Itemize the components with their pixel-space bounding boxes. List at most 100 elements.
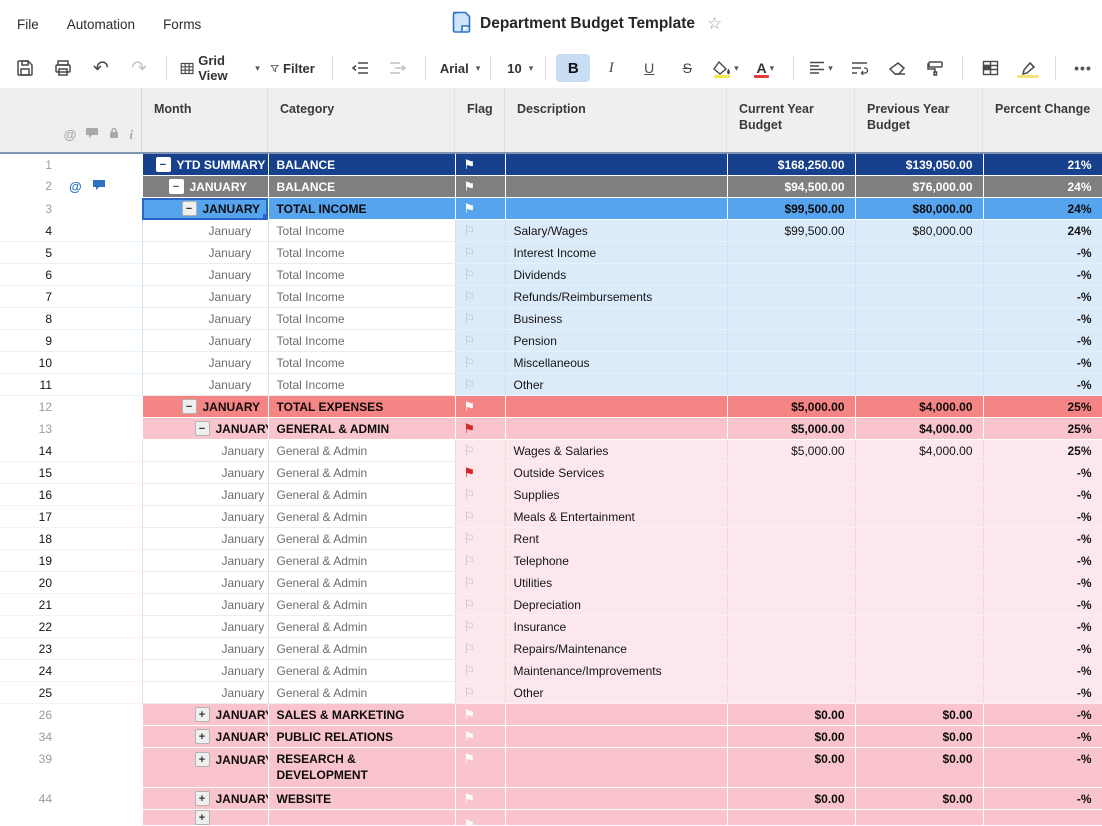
flag-icon[interactable]: ⚑ (464, 201, 476, 216)
current-year-budget-cell[interactable]: $94,500.00 (727, 176, 855, 198)
row-number-cell[interactable]: 14 (0, 440, 142, 462)
percent-change-cell[interactable]: 25% (983, 418, 1102, 440)
current-year-budget-cell[interactable] (727, 506, 855, 528)
percent-change-cell[interactable]: -% (983, 638, 1102, 660)
percent-change-cell[interactable]: -% (983, 374, 1102, 396)
percent-change-cell[interactable]: -% (983, 484, 1102, 506)
percent-change-cell[interactable]: 25% (983, 440, 1102, 462)
percent-change-cell[interactable]: -% (983, 594, 1102, 616)
row-number-cell[interactable]: 17 (0, 506, 142, 528)
flag-cell[interactable]: ⚑ (455, 198, 505, 220)
description-cell[interactable]: Utilities (505, 572, 727, 594)
category-cell[interactable]: Total Income (268, 242, 455, 264)
column-header-previous-year[interactable]: Previous Year Budget (855, 88, 983, 152)
description-cell[interactable]: Insurance (505, 616, 727, 638)
month-cell[interactable]: January (142, 550, 268, 572)
percent-change-cell[interactable]: -% (983, 550, 1102, 572)
row-number-cell[interactable]: 18 (0, 528, 142, 550)
flag-icon[interactable]: ⚐ (464, 575, 476, 590)
comment-icon[interactable] (92, 179, 106, 194)
row-number-cell[interactable]: 21 (0, 594, 142, 616)
favorite-star-icon[interactable]: ☆ (707, 14, 722, 34)
percent-change-cell[interactable]: 24% (983, 176, 1102, 198)
previous-year-budget-cell[interactable]: $4,000.00 (855, 440, 983, 462)
previous-year-budget-cell[interactable]: $4,000.00 (855, 396, 983, 418)
description-cell[interactable]: Depreciation (505, 594, 727, 616)
expand-icon[interactable]: + (195, 707, 210, 722)
flag-cell[interactable]: ⚑ (455, 462, 505, 484)
font-size-select[interactable]: 10 ▾ (501, 54, 535, 82)
flag-cell[interactable]: ⚑ (455, 726, 505, 748)
flag-cell[interactable]: ⚑ (455, 154, 505, 176)
flag-icon[interactable]: ⚐ (464, 289, 476, 304)
category-cell[interactable]: Total Income (268, 374, 455, 396)
description-cell[interactable]: Interest Income (505, 242, 727, 264)
current-year-budget-cell[interactable]: $99,500.00 (727, 220, 855, 242)
flag-icon[interactable]: ⚑ (464, 791, 476, 806)
previous-year-budget-cell[interactable] (855, 660, 983, 682)
current-year-budget-cell[interactable]: $99,500.00 (727, 198, 855, 220)
row-number-cell[interactable]: 10 (0, 352, 142, 374)
flag-icon[interactable]: ⚐ (464, 311, 476, 326)
description-cell[interactable]: Telephone (505, 550, 727, 572)
font-family-select[interactable]: Arial ▾ (436, 54, 480, 82)
category-cell[interactable]: General & Admin (268, 682, 455, 704)
flag-cell[interactable]: ⚐ (455, 440, 505, 462)
description-cell[interactable] (505, 154, 727, 176)
previous-year-budget-cell[interactable]: $0.00 (855, 726, 983, 748)
flag-icon[interactable]: ⚐ (464, 443, 476, 458)
column-header-current-year[interactable]: Current Year Budget (727, 88, 855, 152)
category-cell[interactable]: WEBSITE (268, 788, 455, 810)
month-cell[interactable]: January (142, 638, 268, 660)
description-cell[interactable]: Other (505, 374, 727, 396)
month-cell[interactable]: January (142, 616, 268, 638)
category-cell[interactable]: Total Income (268, 330, 455, 352)
month-cell[interactable]: January (142, 594, 268, 616)
current-year-budget-cell[interactable] (727, 682, 855, 704)
previous-year-budget-cell[interactable] (855, 506, 983, 528)
month-cell[interactable]: January (142, 242, 268, 264)
category-cell[interactable]: General & Admin (268, 616, 455, 638)
month-cell[interactable]: January (142, 528, 268, 550)
current-year-budget-cell[interactable] (727, 264, 855, 286)
month-cell[interactable]: January (142, 572, 268, 594)
description-cell[interactable] (505, 176, 727, 198)
column-header-month[interactable]: Month (142, 88, 268, 152)
month-cell[interactable]: +JANUARY (142, 788, 268, 810)
flag-cell[interactable]: ⚑ (455, 788, 505, 810)
month-cell[interactable]: January (142, 220, 268, 242)
month-cell[interactable]: −JANUARY (142, 176, 268, 198)
flag-cell[interactable]: ⚐ (455, 572, 505, 594)
redo-button[interactable]: ↷ (122, 54, 156, 82)
category-cell[interactable]: TOTAL INCOME (268, 198, 455, 220)
flag-icon[interactable]: ⚐ (464, 223, 476, 238)
clear-format-button[interactable] (880, 54, 914, 82)
format-painter-button[interactable] (918, 54, 952, 82)
row-number-cell[interactable]: 6 (0, 264, 142, 286)
mention-icon[interactable]: @ (69, 179, 82, 194)
collapse-icon[interactable]: − (182, 399, 197, 414)
current-year-budget-cell[interactable]: $0.00 (727, 788, 855, 810)
previous-year-budget-cell[interactable] (855, 242, 983, 264)
current-year-budget-cell[interactable] (727, 616, 855, 638)
category-cell[interactable]: Total Income (268, 352, 455, 374)
previous-year-budget-cell[interactable]: $80,000.00 (855, 220, 983, 242)
previous-year-budget-cell[interactable]: $139,050.00 (855, 154, 983, 176)
percent-change-cell[interactable]: -% (983, 704, 1102, 726)
bold-button[interactable]: B (556, 54, 590, 82)
month-cell[interactable]: January (142, 330, 268, 352)
menu-forms[interactable]: Forms (163, 17, 201, 32)
category-cell[interactable]: BALANCE (268, 154, 455, 176)
category-cell[interactable]: General & Admin (268, 528, 455, 550)
previous-year-budget-cell[interactable]: $80,000.00 (855, 198, 983, 220)
previous-year-budget-cell[interactable]: $0.00 (855, 788, 983, 810)
month-cell[interactable]: −JANUARY (142, 396, 268, 418)
description-cell[interactable]: Miscellaneous (505, 352, 727, 374)
row-number-cell[interactable]: 11 (0, 374, 142, 396)
month-cell[interactable]: January (142, 660, 268, 682)
current-year-budget-cell[interactable] (727, 550, 855, 572)
previous-year-budget-cell[interactable] (855, 594, 983, 616)
previous-year-budget-cell[interactable] (855, 352, 983, 374)
expand-icon[interactable]: + (195, 729, 210, 744)
percent-change-cell[interactable]: -% (983, 286, 1102, 308)
